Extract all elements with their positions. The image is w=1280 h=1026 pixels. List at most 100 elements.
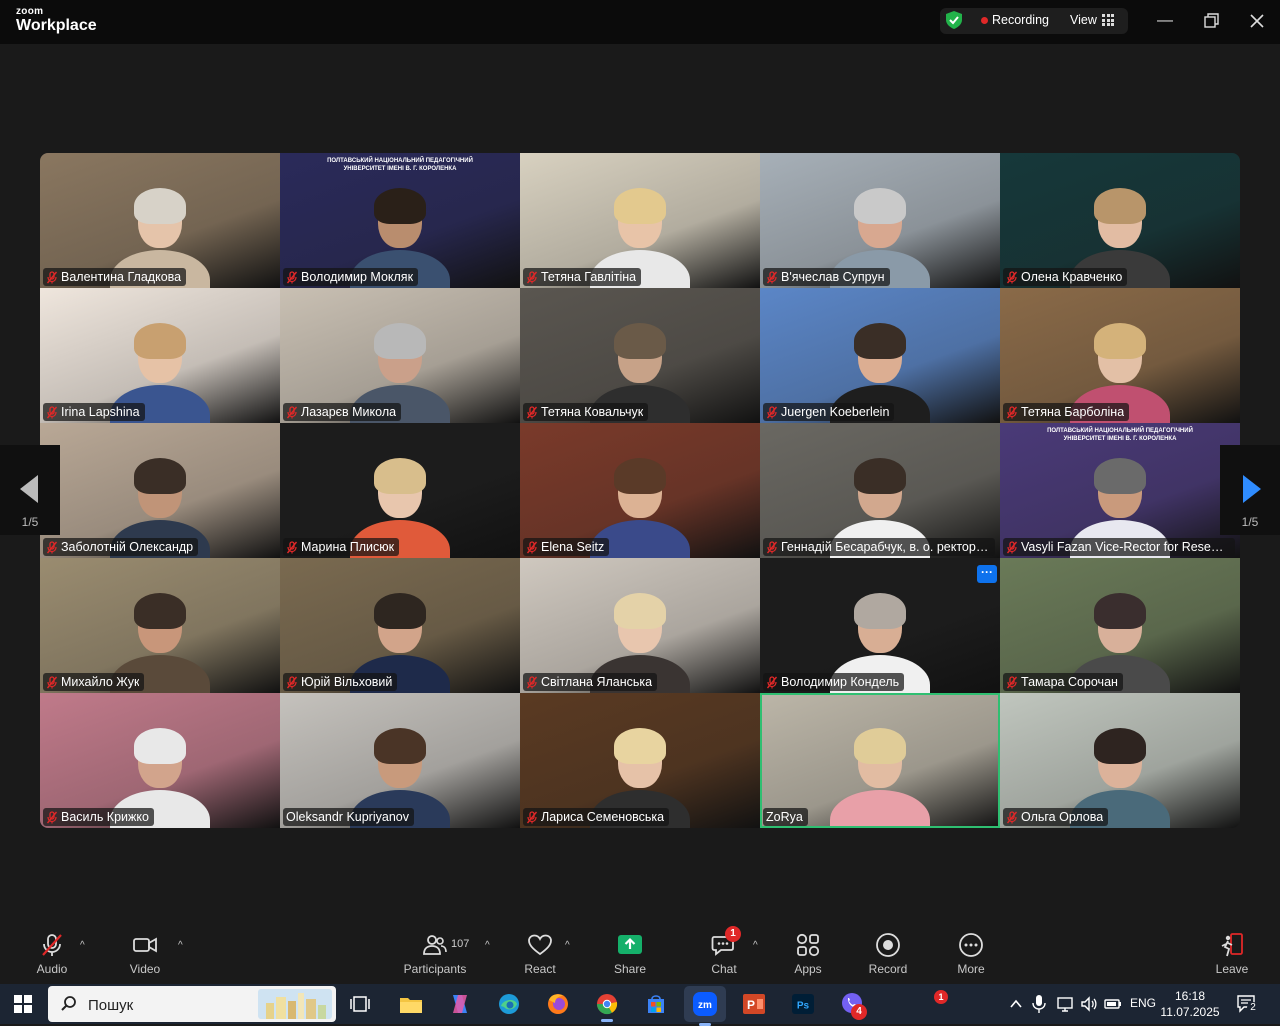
video-tile[interactable]: Irina Lapshina [40, 288, 280, 423]
video-tile[interactable]: Юрій Вільховий [280, 558, 520, 693]
video-tile[interactable]: Тамара Сорочан [1000, 558, 1240, 693]
battery-icon[interactable] [1104, 995, 1122, 1013]
tile-more-options-button[interactable]: ··· [977, 565, 997, 583]
taskbar-search[interactable]: Пошук [48, 986, 336, 1022]
microsoft-store-icon[interactable] [642, 990, 670, 1018]
firefox-icon[interactable] [544, 990, 572, 1018]
participant-name: Лазарєв Микола [301, 405, 397, 419]
video-tile[interactable]: Тетяна Гавлітіна [520, 153, 760, 288]
apps-button[interactable]: Apps [773, 932, 843, 976]
record-icon [876, 933, 900, 957]
copilot-icon[interactable] [446, 990, 474, 1018]
participants-options-caret-icon[interactable]: ^ [485, 940, 495, 951]
participant-nameplate: Тетяна Ковальчук [523, 403, 649, 421]
leave-button[interactable]: Leave [1197, 932, 1267, 976]
photoshop-icon[interactable]: Ps [789, 990, 817, 1018]
chat-button[interactable]: 1 Chat [689, 926, 759, 976]
participant-name: Світлана Яланська [541, 675, 653, 689]
participants-label: Participants [403, 962, 467, 976]
participant-hair [374, 593, 426, 629]
viber-taskbar-button[interactable]: 4 [838, 990, 867, 1020]
audio-options-caret-icon[interactable]: ^ [80, 940, 90, 951]
participant-name: Олена Кравченко [1021, 270, 1123, 284]
minimize-window-button[interactable]: — [1154, 10, 1176, 32]
audio-label: Audio [36, 962, 68, 976]
record-button[interactable]: Record [853, 932, 923, 976]
video-tile[interactable]: ПОЛТАВСЬКИЙ НАЦІОНАЛЬНИЙ ПЕДАГОГІЧНИЙ УНІ… [280, 153, 520, 288]
viber-unread-badge: 4 [851, 1004, 867, 1020]
recording-indicator[interactable]: Recording [992, 13, 1049, 27]
mic-muted-icon [766, 405, 778, 418]
react-button[interactable]: React [505, 932, 575, 976]
audio-button[interactable]: Audio [17, 932, 87, 976]
video-tile[interactable]: ПОЛТАВСЬКИЙ НАЦІОНАЛЬНИЙ ПЕДАГОГІЧНИЙ УНІ… [1000, 423, 1240, 558]
edge-browser-icon[interactable] [495, 990, 523, 1018]
close-window-button[interactable] [1246, 10, 1268, 32]
video-tile[interactable]: ZoRya [760, 693, 1000, 828]
next-page-button[interactable]: 1/5 [1220, 445, 1280, 535]
video-options-caret-icon[interactable]: ^ [178, 940, 188, 951]
network-icon[interactable] [1056, 995, 1074, 1013]
video-tile[interactable]: Elena Seitz [520, 423, 760, 558]
participant-nameplate: Геннадій Бесарабчук, в. о. ректора ПНПУ [763, 538, 995, 556]
clock-date: 11.07.2025 [1160, 1005, 1220, 1019]
windows-start-icon[interactable] [14, 995, 32, 1013]
video-tile[interactable]: Валентина Гладкова [40, 153, 280, 288]
participant-nameplate: Олена Кравченко [1003, 268, 1128, 286]
mic-muted-icon [42, 934, 62, 956]
restore-window-button[interactable] [1200, 10, 1222, 32]
react-options-caret-icon[interactable]: ^ [565, 940, 575, 951]
task-view-icon[interactable] [346, 990, 374, 1018]
video-tile[interactable]: Ольга Орлова [1000, 693, 1240, 828]
search-placeholder: Пошук [88, 997, 134, 1014]
notification-center-button[interactable]: 2 [1236, 994, 1259, 1014]
banner-line: УНІВЕРСИТЕТ ІМЕНІ В. Г. КОРОЛЕНКА [343, 166, 457, 172]
participant-name: Михайло Жук [61, 675, 140, 689]
participant-name: Тетяна Гавлітіна [541, 270, 637, 284]
mic-muted-icon [526, 405, 538, 418]
chat-unread-badge: 1 [725, 926, 741, 942]
microphone-in-use-icon[interactable] [1032, 994, 1046, 1014]
video-tile[interactable]: Володимир Кондель ··· [760, 558, 1000, 693]
video-tile[interactable]: Oleksandr Kupriyanov [280, 693, 520, 828]
file-explorer-icon[interactable] [397, 990, 425, 1018]
taskbar-clock[interactable]: 16:18 11.07.2025 [1160, 988, 1220, 1020]
video-tile[interactable]: Лазарєв Микола [280, 288, 520, 423]
video-tile[interactable]: В'ячеслав Супрун [760, 153, 1000, 288]
participant-name: Володимир Кондель [781, 675, 900, 689]
brand-name: Workplace [16, 17, 97, 34]
participant-hair [374, 323, 426, 359]
video-tile[interactable]: Тетяна Барболіна [1000, 288, 1240, 423]
video-tile[interactable]: Михайло Жук [40, 558, 280, 693]
participants-count: 107 [451, 938, 470, 950]
restore-icon [1204, 13, 1219, 28]
show-hidden-icons-chevron-icon[interactable] [1008, 996, 1024, 1012]
video-tile[interactable]: Марина Плисюк [280, 423, 520, 558]
chrome-taskbar-button[interactable] [593, 990, 621, 1022]
input-language-indicator[interactable]: ENG [1130, 996, 1156, 1012]
video-tile[interactable]: Лариса Семеновська [520, 693, 760, 828]
banner-line: ПОЛТАВСЬКИЙ НАЦІОНАЛЬНИЙ ПЕДАГОГІЧНИЙ [327, 158, 473, 164]
virtual-background-banner: ПОЛТАВСЬКИЙ НАЦІОНАЛЬНИЙ ПЕДАГОГІЧНИЙ УНІ… [280, 157, 520, 173]
zoom-taskbar-button[interactable]: zm [684, 986, 726, 1026]
video-tile[interactable]: Тетяна Ковальчук [520, 288, 760, 423]
encryption-shield-icon[interactable] [946, 11, 962, 29]
video-tile[interactable]: Геннадій Бесарабчук, в. о. ректора ПНПУ [760, 423, 1000, 558]
previous-page-button[interactable]: 1/5 [0, 445, 60, 535]
clock-time: 16:18 [1174, 989, 1206, 1003]
participant-nameplate: Тамара Сорочан [1003, 673, 1123, 691]
grid-view-icon[interactable] [1102, 14, 1114, 26]
powerpoint-icon[interactable]: P [740, 990, 768, 1018]
more-button[interactable]: More [936, 932, 1006, 976]
view-button[interactable]: View [1070, 13, 1097, 27]
share-button[interactable]: Share [595, 932, 665, 976]
video-tile[interactable]: Василь Крижко [40, 693, 280, 828]
video-tile[interactable]: Олена Кравченко [1000, 153, 1240, 288]
participant-nameplate: Лазарєв Микола [283, 403, 402, 421]
volume-icon[interactable] [1080, 995, 1098, 1013]
chat-options-caret-icon[interactable]: ^ [753, 940, 763, 951]
video-button[interactable]: Video [110, 932, 180, 976]
video-tile[interactable]: Заболотній Олександр [40, 423, 280, 558]
video-tile[interactable]: Світлана Яланська [520, 558, 760, 693]
video-tile[interactable]: Juergen Koeberlein [760, 288, 1000, 423]
